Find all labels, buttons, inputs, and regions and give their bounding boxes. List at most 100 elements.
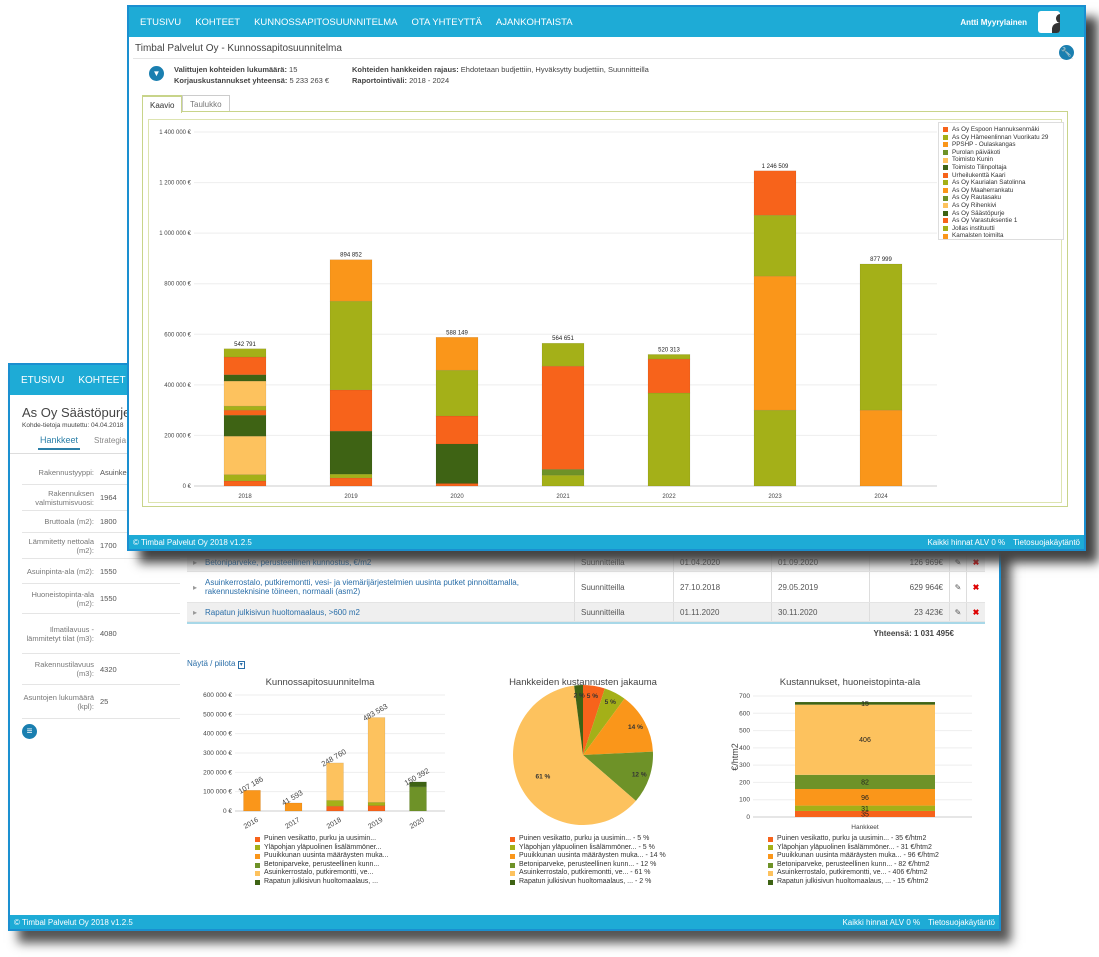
bar-segment — [329, 300, 373, 391]
title-divider — [133, 58, 1073, 59]
user-name[interactable]: Antti Myyrylainen — [960, 18, 1027, 27]
tab-hankkeet[interactable]: Hankkeet — [38, 435, 81, 450]
bar-segment — [367, 805, 386, 812]
edit-icon[interactable]: ✎ — [950, 553, 967, 571]
legend-swatch — [943, 150, 948, 156]
legend-item[interactable]: Puuikkunan uusinta määräysten muka... — [255, 852, 389, 861]
legend-item[interactable]: Yläpohjan yläpuolinen lisälämmöner... - … — [768, 844, 939, 853]
legend-item[interactable]: Asuinkerrostalo, putkiremontti, ve... - … — [768, 869, 939, 878]
legend-item[interactable]: Yläpohjan yläpuolinen lisälämmöner... — [255, 844, 389, 853]
legend-item[interactable]: Purolan päiväkoti — [943, 149, 1059, 157]
legend-item[interactable]: As Oy Maaherrankatu — [943, 187, 1059, 195]
bar-segment — [326, 805, 344, 812]
project-name-link[interactable]: ▸ Rapatun julkisivun huoltomaalaus, >600 … — [187, 603, 575, 621]
delete-icon[interactable]: ✖ — [967, 603, 985, 621]
legend-item[interactable]: Puinen vesikatto, purku ja uusimin... - … — [768, 835, 939, 844]
y-tick-label: 200 000 € — [203, 769, 232, 776]
property-label: Rakennuksen valmistumisvuosi: — [35, 488, 94, 507]
delete-icon[interactable]: ✖ — [967, 553, 985, 571]
nav-etusivu[interactable]: ETUSIVU — [21, 375, 64, 386]
legend-item[interactable]: Toimisto Tilinpoltaja — [943, 164, 1059, 172]
nav-kohteet[interactable]: KOHTEET — [195, 17, 240, 28]
legend-swatch — [943, 233, 948, 239]
legend-item[interactable]: As Oy Rihenkivi — [943, 202, 1059, 210]
filter-icon[interactable]: ▼ — [149, 66, 164, 81]
legend-item[interactable]: Puinen vesikatto, purku ja uusimin... — [255, 835, 389, 844]
data-label: 82 — [861, 779, 869, 786]
nav-kunnossapitosuunnitelma[interactable]: KUNNOSSAPITOSUUNNITELMA — [254, 17, 397, 28]
legend-item[interactable]: Puuikkunan uusinta määräysten muka... - … — [768, 852, 939, 861]
legend-swatch — [943, 188, 948, 194]
legend-item[interactable]: PPSHP - Oulaskangas — [943, 141, 1059, 149]
back-footer: © Timbal Palvelut Oy 2018 v1.2.5 Kaikki … — [10, 915, 999, 929]
bar-segment — [223, 348, 267, 358]
nav-etusivu[interactable]: ETUSIVU — [140, 17, 181, 28]
count-value: 15 — [286, 65, 298, 74]
property-value: 1550 — [100, 594, 117, 603]
footer-privacy-link[interactable]: Tietosuojakäytäntö — [1013, 538, 1080, 547]
legend-item[interactable]: Rapatun julkisivun huoltomaalaus, ... - … — [510, 878, 666, 887]
x-tick-label: 2019 — [344, 494, 358, 500]
pie-label: 5 % — [587, 693, 598, 700]
bar-segment — [541, 365, 585, 470]
user-avatar-icon[interactable] — [1038, 11, 1060, 33]
legend-swatch — [510, 853, 515, 859]
tab-strategia[interactable]: Strategia — [94, 436, 126, 445]
project-name-link[interactable]: ▸ Asuinkerrostalo, putkiremontti, vesi- j… — [187, 572, 575, 602]
legend-item[interactable]: As Oy Kaurialan Satolinna — [943, 179, 1059, 187]
delete-icon[interactable]: ✖ — [967, 572, 985, 602]
page-title: Timbal Palvelut Oy - Kunnossapitosuunnit… — [135, 43, 342, 54]
pie-label: 61 % — [535, 773, 550, 780]
edit-icon[interactable]: ✎ — [950, 603, 967, 621]
bar-segment — [223, 405, 267, 411]
legend-item[interactable]: As Oy Hämeenlinnan Vuorikatu 29 — [943, 134, 1059, 142]
project-name-link[interactable]: ▸ Betoniparveke, perusteellinen kunnostus… — [187, 553, 575, 571]
toggle-charts-link[interactable]: Näytä / piilota ▾ — [187, 659, 245, 669]
legend-item[interactable]: As Oy Varastuksentie 1 — [943, 217, 1059, 225]
legend-item[interactable]: Jollas instituutti — [943, 225, 1059, 233]
project-end: 01.09.2020 — [772, 553, 870, 571]
legend-swatch — [943, 226, 948, 232]
nav-ajankohtaista[interactable]: AJANKOHTAISTA — [496, 17, 573, 28]
project-cost: 629 964€ — [870, 572, 950, 602]
property-label: Asuinpinta-ala (m2): — [26, 566, 94, 576]
edit-icon[interactable]: ✎ — [950, 572, 967, 602]
y-tick-label: 200 — [739, 779, 750, 786]
legend-item[interactable]: Toimisto Kunin — [943, 156, 1059, 164]
legend-item[interactable]: Rapatun julkisivun huoltomaalaus, ... - … — [768, 878, 939, 887]
legend-item[interactable]: Yläpohjan yläpuolinen lisälämmöner... - … — [510, 844, 666, 853]
project-row[interactable]: ▸ Asuinkerrostalo, putkiremontti, vesi- j… — [187, 572, 985, 603]
legend-item[interactable]: Betoniparveke, perusteellinen kunn... - … — [510, 861, 666, 870]
pie-chart-legend: Puinen vesikatto, purku ja uusimin... - … — [510, 835, 666, 887]
footer-copyright: © Timbal Palvelut Oy 2018 v1.2.5 — [133, 537, 252, 547]
count-label: Valittujen kohteiden lukumäärä: — [174, 65, 287, 74]
pie-label: 5 % — [605, 699, 616, 706]
legend-item[interactable]: Kamalsten toimilta — [943, 232, 1059, 240]
legend-item[interactable]: As Oy Rautasaku — [943, 194, 1059, 202]
tab-kaavio[interactable]: Kaavio — [142, 95, 183, 113]
legend-item[interactable]: Betoniparveke, perusteellinen kunn... — [255, 861, 389, 870]
legend-item[interactable]: Asuinkerrostalo, putkiremontti, ve... - … — [510, 869, 666, 878]
project-cost: 126 969€ — [870, 553, 950, 571]
project-row[interactable]: ▸ Rapatun julkisivun huoltomaalaus, >600 … — [187, 603, 985, 622]
project-end: 29.05.2019 — [772, 572, 870, 602]
nav-kohteet[interactable]: KOHTEET — [78, 375, 125, 386]
project-status: Suunnitteilla — [575, 553, 674, 571]
legend-item[interactable]: Puinen vesikatto, purku ja uusimin... - … — [510, 835, 666, 844]
project-row[interactable]: ▸ Betoniparveke, perusteellinen kunnostus… — [187, 553, 985, 572]
legend-item[interactable]: Puuikkunan uusinta määräysten muka... - … — [510, 852, 666, 861]
y-tick-label: 700 — [739, 693, 750, 700]
legend-item[interactable]: Betoniparveke, perusteellinen kunn... - … — [768, 861, 939, 870]
wrench-icon[interactable]: 🔧 — [1059, 45, 1074, 60]
nav-ota-yhteytta[interactable]: OTA YHTEYTTÄ — [411, 17, 481, 28]
legend-item[interactable]: As Oy Säästöpurje — [943, 210, 1059, 218]
legend-item[interactable]: Rapatun julkisivun huoltomaalaus, ... — [255, 878, 389, 887]
property-value: 1550 — [100, 566, 117, 576]
footer-privacy-link[interactable]: Tietosuojakäytäntö — [928, 918, 995, 927]
legend-item[interactable]: Urheilukenttä Kaari — [943, 172, 1059, 180]
legend-item[interactable]: As Oy Espoon Hannuksenmäki — [943, 126, 1059, 134]
menu-icon[interactable]: ≡ — [22, 724, 37, 739]
interval-value: 2018 - 2024 — [407, 76, 450, 85]
legend-swatch — [768, 879, 773, 885]
legend-item[interactable]: Asuinkerrostalo, putkiremontti, ve... — [255, 869, 389, 878]
